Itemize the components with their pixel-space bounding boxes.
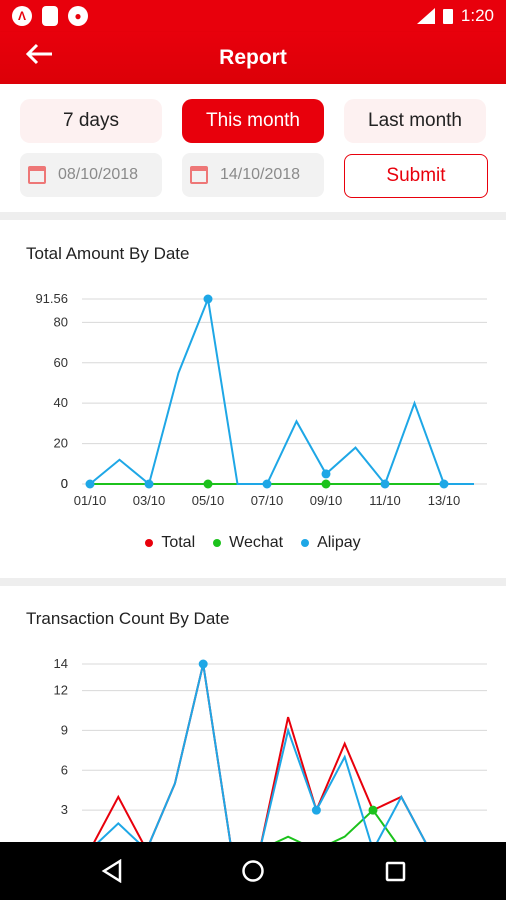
section-divider <box>0 578 506 586</box>
status-time: 1:20 <box>460 6 494 25</box>
battery-icon <box>442 9 453 24</box>
x-tick-label: 09/10 <box>310 493 343 508</box>
total-amount-chart: 02040608091.56001/10 03/10 05/10 07/10 09/10… <box>35 291 487 508</box>
chart-title-total-amount: Total Amount By Date <box>26 244 190 263</box>
filter-panel: 7 days This month Last month 08/10/2018 … <box>0 84 506 212</box>
legend-alipay-marker-icon <box>301 538 310 547</box>
x-tick-label: 05/10 <box>192 493 225 508</box>
series-line-alipay <box>89 295 474 486</box>
data-point-alipay <box>321 469 331 479</box>
chart-legend: Total Wechat Alipay <box>0 534 506 552</box>
calendar-icon <box>190 166 208 184</box>
data-point-alipay <box>380 479 390 489</box>
legend-item-alipay[interactable]: Alipay <box>301 534 361 552</box>
nav-back-icon[interactable] <box>100 859 124 883</box>
y-tick-label: 12 <box>54 683 68 698</box>
data-point-alipay <box>203 294 213 304</box>
x-tick-label: 03/10 <box>133 493 166 508</box>
data-point-alipay <box>439 479 449 489</box>
y-tick-label: 14 <box>54 656 68 671</box>
signal-icon <box>416 8 435 24</box>
period-button-7-days[interactable]: 7 days <box>20 99 162 143</box>
sd-card-icon <box>42 6 58 26</box>
end-date-value: 14/10/2018 <box>220 166 301 183</box>
legend-item-wechat[interactable]: Wechat <box>213 534 283 552</box>
nav-home-icon[interactable] <box>241 859 265 883</box>
y-tick-label: 0 <box>61 476 68 491</box>
data-point-alipay <box>198 659 208 669</box>
data-point-wechat <box>321 479 331 489</box>
data-point-wechat <box>203 479 213 489</box>
x-tick-label: 13/10 <box>428 493 461 508</box>
y-tick-label: 3 <box>61 802 68 817</box>
nav-recents-icon[interactable] <box>385 861 407 883</box>
x-tick-label: 11/10 <box>369 493 401 508</box>
system-navigation-bar <box>0 842 506 900</box>
data-point-wechat <box>368 805 378 815</box>
y-tick-label: 40 <box>54 395 68 410</box>
android-icon: ● <box>68 6 88 26</box>
y-tick-label: 6 <box>61 762 68 777</box>
app-notification-icon: Λ <box>12 6 32 26</box>
legend-wechat-marker-icon <box>213 538 222 547</box>
status-bar: Λ ● 1:20 <box>0 0 506 32</box>
end-date-field[interactable]: 14/10/2018 <box>182 153 324 197</box>
series-line-wechat <box>274 808 397 842</box>
period-button-this-month[interactable]: This month <box>182 99 324 143</box>
legend-item-total[interactable]: Total <box>145 534 195 552</box>
data-point-alipay <box>85 479 95 489</box>
x-tick-label: 07/10 <box>251 493 284 508</box>
section-divider <box>0 212 506 220</box>
period-button-last-month[interactable]: Last month <box>344 99 486 143</box>
data-point-alipay <box>311 805 321 815</box>
submit-button[interactable]: Submit <box>344 154 488 198</box>
page-title: Report <box>219 46 287 69</box>
y-tick-label: 20 <box>54 436 68 451</box>
legend-total-marker-icon <box>145 538 154 547</box>
x-tick-label: 01/10 <box>74 493 107 508</box>
chart-title-transaction-count: Transaction Count By Date <box>26 609 230 628</box>
app-bar: Report <box>0 32 506 84</box>
y-tick-label: 91.56 <box>35 291 68 306</box>
start-date-field[interactable]: 08/10/2018 <box>20 153 162 197</box>
y-tick-label: 9 <box>61 722 68 737</box>
data-point-alipay <box>262 479 272 489</box>
y-tick-label: 60 <box>54 355 68 370</box>
transaction-count-chart: 3 6 9 12 14 <box>54 656 487 842</box>
start-date-value: 08/10/2018 <box>58 166 139 183</box>
y-tick-label: 80 <box>54 314 68 329</box>
calendar-icon <box>28 166 46 184</box>
data-point-alipay <box>144 479 154 489</box>
